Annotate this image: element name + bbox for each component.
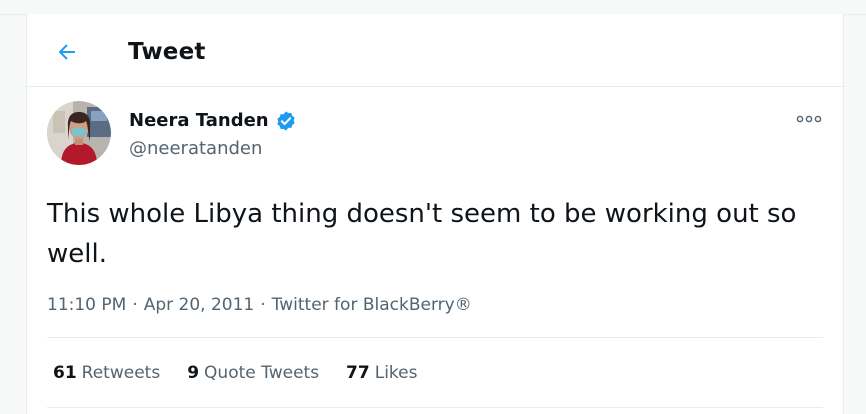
- tweet-column: Tweet Neera Tanden @neeratanden This who…: [26, 14, 844, 414]
- tweet-date[interactable]: Apr 20, 2011: [144, 295, 255, 315]
- quote-tweets-stat[interactable]: 9 Quote Tweets: [187, 362, 319, 384]
- meta-separator: ·: [260, 295, 266, 315]
- author-name-text: Neera Tanden: [129, 110, 269, 131]
- meta-separator: ·: [132, 295, 138, 315]
- page-header: Tweet: [27, 14, 843, 87]
- back-button[interactable]: [49, 34, 85, 70]
- quote-tweets-count: 9: [187, 363, 200, 383]
- divider: [47, 407, 823, 408]
- avatar-photo: [47, 101, 111, 165]
- author-display-name[interactable]: Neera Tanden: [129, 110, 297, 132]
- author-handle[interactable]: @neeratanden: [129, 138, 262, 160]
- tweet-meta: 11:10 PM · Apr 20, 2011 · Twitter for BlackB…: [47, 294, 472, 316]
- quote-tweets-label: Quote Tweets: [204, 363, 320, 383]
- tweet-time[interactable]: 11:10 PM: [47, 295, 126, 315]
- arrow-left-icon: [58, 44, 75, 60]
- divider: [47, 337, 823, 338]
- retweets-label: Retweets: [81, 363, 161, 383]
- tweet-text: This whole Libya thing doesn't seem to b…: [47, 199, 797, 269]
- retweets-stat[interactable]: 61 Retweets: [53, 362, 160, 384]
- verified-badge-icon: [276, 111, 295, 131]
- avatar[interactable]: [47, 101, 111, 165]
- retweets-count: 61: [53, 363, 77, 383]
- more-options-button[interactable]: [791, 104, 827, 134]
- likes-stat[interactable]: 77 Likes: [346, 362, 417, 384]
- more-options-icon: [796, 115, 822, 123]
- page-title: Tweet: [128, 39, 206, 65]
- top-strip: [0, 0, 866, 15]
- likes-label: Likes: [374, 363, 418, 383]
- likes-count: 77: [346, 363, 370, 383]
- tweet-stats: 61 Retweets 9 Quote Tweets 77 Likes: [53, 362, 444, 384]
- tweet-source[interactable]: Twitter for BlackBerry®: [272, 295, 472, 315]
